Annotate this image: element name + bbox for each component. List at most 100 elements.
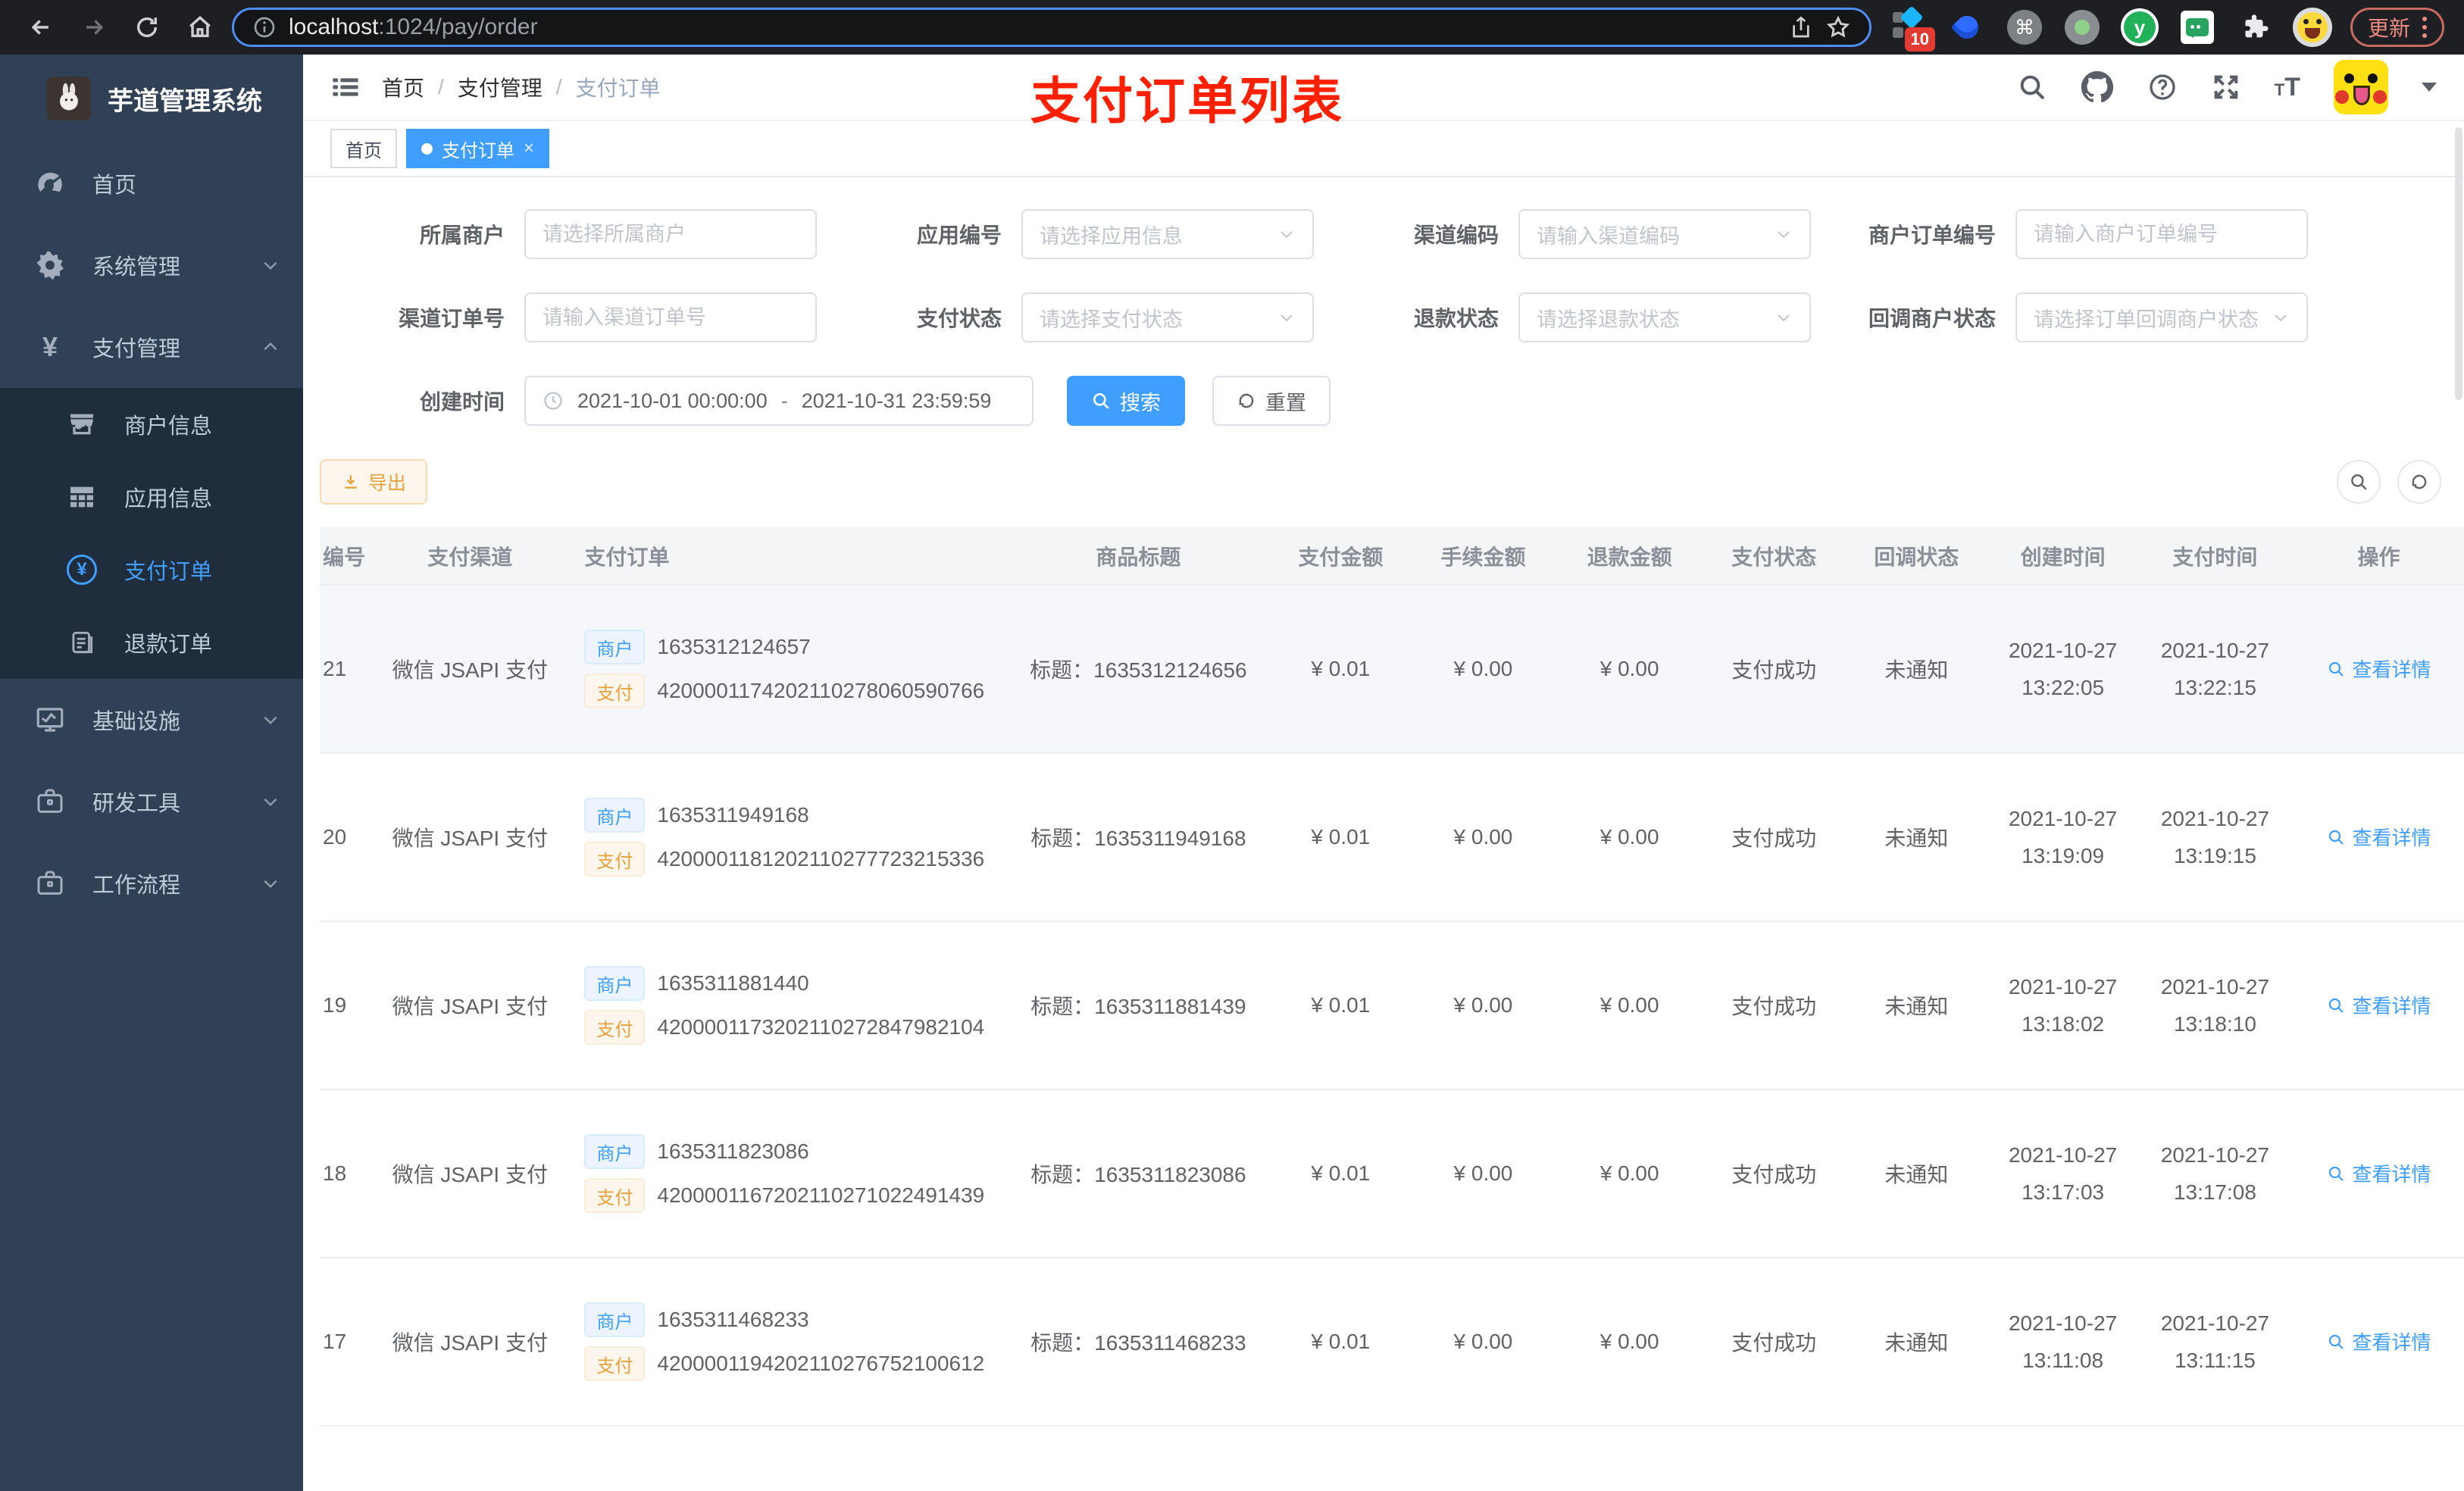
chevron-down-icon: [1775, 225, 1793, 243]
forward-icon[interactable]: [73, 6, 115, 48]
payment-submenu: 商户信息 应用信息 ¥ 支付订单 退款订单: [0, 388, 303, 679]
breadcrumb-home[interactable]: 首页: [382, 72, 424, 102]
reload-icon[interactable]: [126, 6, 168, 48]
filter-label: 渠道编码: [1413, 223, 1499, 247]
sidebar-item-system[interactable]: 系统管理: [0, 224, 303, 306]
pay-tag: 支付: [584, 674, 646, 708]
sidebar-item-merchant-info[interactable]: 商户信息: [0, 388, 303, 461]
col-notify: 回调状态: [1845, 527, 1988, 585]
help-icon[interactable]: [2147, 72, 2178, 102]
pay-order-icon: ¥: [65, 555, 98, 585]
view-detail-link[interactable]: 查看详情: [2327, 823, 2431, 851]
sidebar-item-payment[interactable]: ¥ 支付管理: [0, 306, 303, 388]
balloon-extension-icon[interactable]: [1947, 8, 1987, 47]
refresh-button[interactable]: [2397, 460, 2441, 504]
sidebar-item-dev-tools[interactable]: 研发工具: [0, 761, 303, 842]
chevron-down-icon: [1277, 225, 1296, 243]
app-title: 芋道管理系统: [108, 86, 262, 116]
sketch-extension-icon[interactable]: 10: [1890, 5, 1935, 52]
view-detail-link[interactable]: 查看详情: [2327, 991, 2431, 1019]
filter-label: 渠道订单号: [398, 307, 505, 330]
sidebar-item-refund-order[interactable]: 退款订单: [0, 606, 303, 679]
logo-avatar: [47, 77, 91, 120]
app-select[interactable]: 请选择应用信息: [1021, 209, 1314, 259]
channel-code-select[interactable]: 请输入渠道编码: [1518, 209, 1811, 259]
dot-extension-icon[interactable]: [2062, 8, 2102, 47]
merchant-input[interactable]: [524, 209, 817, 259]
back-icon[interactable]: [20, 6, 62, 48]
breadcrumb-payment[interactable]: 支付管理: [458, 72, 543, 102]
col-order: 支付订单: [566, 527, 1005, 585]
refund-order-icon: [65, 628, 98, 657]
sidebar-item-label: 商户信息: [124, 414, 213, 439]
search-icon[interactable]: [2017, 72, 2047, 102]
font-size-icon[interactable]: TT: [2275, 73, 2300, 102]
user-avatar[interactable]: [2334, 60, 2388, 114]
sidebar-item-workflow[interactable]: 工作流程: [0, 842, 303, 924]
sidebar-item-label: 基础设施: [92, 710, 181, 734]
content-area: 所属商户 应用编号 请选择应用信息 渠道编码 请输入渠道编码: [303, 177, 2464, 1491]
header-actions: TT: [2017, 60, 2437, 114]
refund-status-select[interactable]: 请选择退款状态: [1518, 292, 1811, 342]
search-button[interactable]: 搜索: [1067, 376, 1185, 426]
puzzle-icon[interactable]: [2235, 8, 2275, 47]
pay-status-select[interactable]: 请选择支付状态: [1021, 292, 1314, 342]
col-created: 创建时间: [1987, 527, 2138, 585]
url-bar[interactable]: localhost:1024/pay/order: [232, 8, 1871, 47]
sidebar-item-label: 工作流程: [92, 874, 181, 898]
tab-pay-order[interactable]: 支付订单 ×: [406, 129, 550, 168]
date-range-picker[interactable]: 2021-10-01 00:00:00 - 2021-10-31 23:59:5…: [524, 376, 1033, 426]
home-icon[interactable]: [179, 6, 221, 48]
emoji-extension-icon[interactable]: [2292, 8, 2332, 47]
reset-button[interactable]: 重置: [1212, 376, 1330, 426]
col-channel: 支付渠道: [374, 527, 567, 585]
browser-update-button[interactable]: 更新: [2350, 8, 2444, 47]
page-annotation: 支付订单列表: [1030, 73, 1344, 129]
merchant-order-no-input[interactable]: [2015, 209, 2308, 259]
view-detail-link[interactable]: 查看详情: [2327, 1327, 2431, 1355]
col-action: 操作: [2292, 527, 2464, 585]
chevron-down-icon: [261, 792, 280, 811]
col-status: 支付状态: [1703, 527, 1846, 585]
grid-icon: [65, 482, 98, 512]
clock-icon: [543, 390, 564, 411]
share-icon[interactable]: [1789, 15, 1813, 39]
channel-order-no-input[interactable]: [524, 292, 817, 342]
pay-tag: 支付: [584, 1346, 646, 1381]
app-logo[interactable]: 芋道管理系统: [0, 55, 303, 142]
browser-menu-icon[interactable]: [2422, 17, 2427, 38]
chat-extension-icon[interactable]: [2178, 8, 2217, 47]
notify-status-select[interactable]: 请选择订单回调商户状态: [2015, 292, 2308, 342]
show-search-button[interactable]: [2337, 460, 2381, 504]
fullscreen-icon[interactable]: [2211, 72, 2241, 102]
filter-label: 退款状态: [1413, 307, 1499, 330]
view-detail-link[interactable]: 查看详情: [2327, 1159, 2431, 1187]
github-icon[interactable]: [2081, 70, 2114, 104]
table-row-partial: 商户1635311954796: [320, 1425, 2464, 1491]
sidebar-item-pay-order[interactable]: ¥ 支付订单: [0, 533, 303, 606]
view-detail-link[interactable]: 查看详情: [2327, 655, 2431, 683]
close-icon[interactable]: ×: [524, 138, 534, 159]
export-button[interactable]: 导出: [320, 459, 428, 505]
command-extension-icon[interactable]: ⌘: [2005, 8, 2044, 47]
table-row: 17 微信 JSAPI 支付 商户 1635311468233 支付 4200001…: [320, 1257, 2464, 1426]
info-icon[interactable]: [252, 15, 277, 39]
gear-icon: [33, 249, 67, 281]
col-title: 商品标题: [1005, 527, 1271, 585]
y-extension-icon[interactable]: y: [2120, 8, 2159, 47]
filter-label: 支付状态: [916, 307, 1002, 330]
filter-label: 回调商户状态: [1868, 307, 1996, 330]
filter-label: 所属商户: [419, 223, 505, 247]
tab-home[interactable]: 首页: [330, 129, 397, 168]
avatar-caret-icon[interactable]: [2422, 83, 2437, 92]
sidebar-item-home[interactable]: 首页: [0, 142, 303, 224]
hamburger-icon[interactable]: [330, 72, 361, 102]
chevron-down-icon: [261, 874, 280, 893]
url-text: localhost:1024/pay/order: [289, 14, 538, 39]
star-icon[interactable]: [1825, 14, 1851, 40]
sidebar-item-app-info[interactable]: 应用信息: [0, 461, 303, 533]
sidebar-item-infrastructure[interactable]: 基础设施: [0, 679, 303, 761]
pay-tag: 支付: [584, 1178, 646, 1213]
filter-label: 商户订单编号: [1868, 223, 1996, 247]
briefcase-icon: [33, 868, 67, 899]
